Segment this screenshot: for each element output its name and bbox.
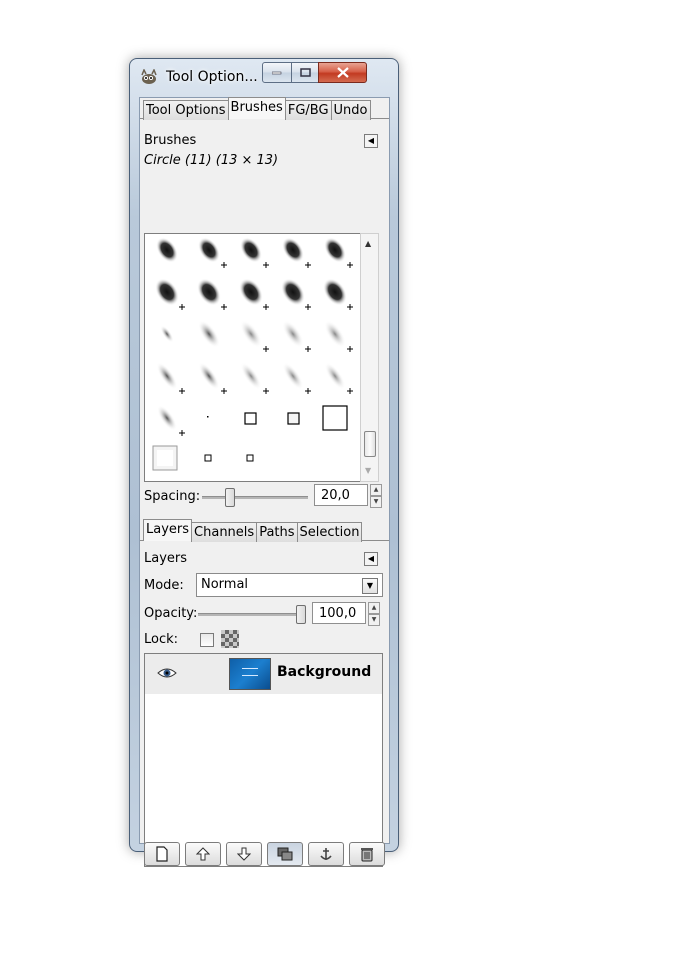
opacity-input[interactable]: 100,0	[312, 602, 366, 624]
arrow-up-icon	[196, 847, 210, 861]
tab-paths[interactable]: Paths	[256, 522, 298, 542]
opacity-label: Opacity:	[144, 606, 198, 621]
lock-pixels-checkbox[interactable]	[200, 633, 214, 647]
spin-down-icon[interactable]: ▼	[368, 614, 380, 626]
opacity-slider-track[interactable]	[198, 613, 304, 616]
mode-label: Mode:	[144, 578, 184, 593]
spacing-spin-buttons[interactable]: ▲ ▼	[370, 484, 382, 508]
gimp-wilber-icon	[141, 69, 157, 84]
lock-label: Lock:	[144, 632, 179, 647]
minimize-icon	[263, 63, 291, 82]
spacing-slider-track[interactable]	[202, 496, 308, 499]
close-icon	[319, 63, 366, 82]
dropdown-arrow-icon[interactable]: ▼	[362, 578, 378, 594]
minimize-button[interactable]	[262, 62, 292, 83]
mode-value: Normal	[201, 577, 249, 592]
brushes-menu-button[interactable]: ◀	[364, 134, 378, 148]
tab-tool-options[interactable]: Tool Options	[143, 100, 229, 120]
spin-down-icon[interactable]: ▼	[370, 496, 382, 508]
spacing-input[interactable]: 20,0	[314, 484, 368, 506]
new-document-icon	[156, 846, 168, 862]
layer-row[interactable]: Background	[145, 654, 382, 694]
brush-grid-scrollbar[interactable]: ▲ ▼	[360, 233, 379, 482]
tab-selection[interactable]: Selection	[296, 522, 363, 542]
raise-layer-button[interactable]	[185, 842, 221, 866]
triangle-left-icon: ◀	[367, 136, 375, 145]
layers-list[interactable]: Background	[144, 653, 383, 867]
tab-channels[interactable]: Channels	[191, 522, 258, 542]
anchor-icon	[320, 848, 332, 860]
mode-dropdown[interactable]: Normal ▼	[196, 573, 383, 597]
lower-layer-button[interactable]	[226, 842, 262, 866]
triangle-left-icon: ◀	[367, 554, 375, 563]
selected-brush-name: Circle (11) (13 × 13)	[144, 153, 279, 168]
new-layer-button[interactable]	[144, 842, 180, 866]
tool-options-window: Tool Option... Tool Options Brushes FG/B…	[129, 58, 399, 867]
brush-previews	[152, 237, 353, 471]
tab-undo[interactable]: Undo	[330, 100, 371, 120]
duplicate-layer-button[interactable]	[267, 842, 303, 866]
layers-panel-title: Layers	[144, 551, 188, 566]
spin-up-icon[interactable]: ▲	[368, 602, 380, 614]
maximize-button[interactable]	[291, 62, 319, 83]
brush-grid[interactable]	[144, 233, 361, 482]
close-button[interactable]	[318, 62, 367, 83]
arrow-down-icon	[237, 847, 251, 861]
layer-thumbnail	[229, 658, 271, 690]
tab-layers[interactable]: Layers	[143, 519, 193, 541]
duplicate-icon	[277, 847, 293, 861]
top-dock-tabs: Tool Options Brushes FG/BG Undo	[143, 97, 371, 120]
layer-name[interactable]: Background	[277, 664, 371, 680]
spin-up-icon[interactable]: ▲	[370, 484, 382, 496]
eye-icon[interactable]	[157, 666, 177, 683]
spacing-label: Spacing:	[144, 489, 201, 504]
opacity-spin-buttons[interactable]: ▲ ▼	[368, 602, 380, 626]
window-title: Tool Option...	[166, 69, 258, 85]
opacity-slider-handle[interactable]	[296, 605, 306, 624]
bottom-dock-tabs: Layers Channels Paths Selection	[143, 519, 363, 542]
title-bar[interactable]: Tool Option...	[130, 59, 398, 95]
maximize-icon	[292, 63, 318, 82]
brushes-panel-title: Brushes	[144, 133, 197, 148]
tab-fg-bg[interactable]: FG/BG	[284, 100, 332, 120]
trash-icon	[361, 848, 373, 862]
layers-menu-button[interactable]: ◀	[364, 552, 378, 566]
dock-client-area: Tool Options Brushes FG/BG Undo Brushes …	[139, 97, 390, 867]
scroll-down-icon[interactable]: ▼	[365, 466, 371, 475]
spacing-slider-handle[interactable]	[224, 488, 235, 507]
anchor-layer-button[interactable]	[308, 842, 344, 866]
scrollbar-thumb[interactable]	[364, 431, 376, 457]
tab-brushes[interactable]: Brushes	[227, 97, 286, 119]
delete-layer-button[interactable]	[349, 842, 385, 866]
layers-button-bar	[144, 842, 390, 866]
scroll-up-icon[interactable]: ▲	[365, 239, 371, 248]
transparency-checker-icon	[221, 630, 239, 648]
